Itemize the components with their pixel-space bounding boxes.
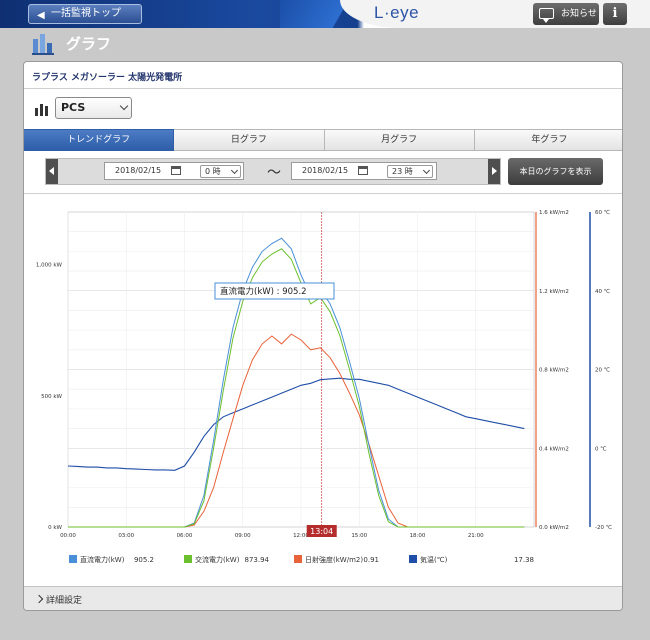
bar-chart-icon [35, 104, 48, 116]
graph-panel: ラプラス メガソーラー 太陽光発電所 PCS トレンドグラフ 日グラフ 月グラフ… [23, 61, 623, 611]
device-select-value: PCS [61, 101, 86, 114]
divider [24, 88, 622, 89]
legend-swatch [69, 555, 77, 563]
prev-period-button[interactable] [46, 159, 58, 184]
back-button-label: 一括監視トップ [51, 8, 121, 19]
to-date: 2018/02/15 [302, 166, 349, 175]
device-select[interactable]: PCS [55, 97, 132, 119]
legend-value: 0.91 [363, 556, 379, 564]
from-hour: 0 時 [205, 167, 221, 176]
details-label: 詳細設定 [46, 596, 83, 606]
tab-yearly[interactable]: 年グラフ [474, 129, 622, 151]
y-right2-tick-label: 20 ℃ [595, 367, 610, 374]
x-tick-label: 06:00 [177, 533, 193, 539]
calendar-icon[interactable] [171, 166, 181, 175]
tab-monthly[interactable]: 月グラフ [324, 129, 475, 151]
legend-label: 直流電力(kW) [80, 555, 125, 564]
chevron-right-icon [34, 594, 44, 604]
arrow-right-icon [492, 167, 497, 175]
y-left-tick-label: 500 kW [41, 394, 62, 400]
y-left-tick-label: 0 kW [48, 525, 62, 531]
cursor-label: 13:04 [310, 527, 333, 536]
details-toggle[interactable]: 詳細設定 [24, 586, 622, 610]
message-icon [539, 8, 554, 23]
y-left-tick-label: 1,000 kW [36, 263, 63, 269]
calendar-icon[interactable] [358, 166, 368, 175]
x-tick-label: 03:00 [118, 533, 134, 539]
y-right2-tick-label: -20 ℃ [595, 524, 612, 531]
page-title: グラフ [66, 35, 112, 53]
y-right2-tick-label: 40 ℃ [595, 288, 610, 295]
chevron-down-icon [230, 166, 239, 175]
y-right1-tick-label: 1.2 kW/m2 [539, 289, 569, 295]
legend-swatch [409, 555, 417, 563]
app-logo: L·eye [374, 3, 420, 22]
from-hour-select[interactable]: 0 時 [200, 165, 241, 178]
y-right1-tick-label: 0.8 kW/m2 [539, 368, 569, 374]
y-right1-tick-label: 0.0 kW/m2 [539, 525, 569, 531]
tooltip-text: 直流電力(kW) : 905.2 [220, 286, 307, 297]
to-date-field[interactable]: 2018/02/15 23 時 [291, 162, 437, 180]
notice-button[interactable]: お知らせ [533, 3, 599, 25]
notice-label: お知らせ [561, 9, 597, 19]
show-today-button[interactable]: 本日のグラフを表示 [508, 158, 603, 185]
back-to-monitor-button[interactable]: ◀ 一括監視トップ [28, 4, 142, 24]
legend-label: 気温(℃) [420, 555, 448, 564]
x-tick-label: 21:00 [468, 533, 484, 539]
tab-trend[interactable]: トレンドグラフ [24, 129, 175, 151]
legend-value: 873.94 [245, 556, 270, 564]
legend-label: 交流電力(kW) [195, 555, 240, 564]
back-arrow-icon: ◀ [37, 10, 45, 21]
chevron-down-icon [422, 166, 431, 175]
from-date: 2018/02/15 [115, 166, 162, 175]
from-date-field[interactable]: 2018/02/15 0 時 [104, 162, 244, 180]
plant-name: ラプラス メガソーラー 太陽光発電所 [32, 73, 183, 83]
range-separator: 〜 [267, 165, 281, 181]
info-button[interactable]: i [603, 3, 627, 25]
x-tick-label: 15:00 [351, 533, 367, 539]
x-tick-label: 18:00 [410, 533, 426, 539]
to-hour: 23 時 [392, 167, 413, 176]
tab-daily[interactable]: 日グラフ [174, 129, 325, 151]
to-hour-select[interactable]: 23 時 [387, 165, 433, 178]
y-right1-tick-label: 1.6 kW/m2 [539, 210, 569, 216]
arrow-left-icon [49, 167, 54, 175]
x-tick-label: 00:00 [60, 533, 76, 539]
trend-chart[interactable]: 00:00 03:00 06:00 09:00 12:00 15:00 18:00 21:00… [24, 197, 623, 582]
legend-value: 905.2 [134, 556, 154, 564]
chevron-down-icon [119, 101, 129, 111]
divider [24, 193, 622, 194]
y-right2-tick-label: 60 ℃ [595, 209, 610, 216]
legend-swatch [294, 555, 302, 563]
y-right2-tick-label: 0 ℃ [595, 445, 606, 452]
next-period-button[interactable] [488, 159, 500, 184]
graph-tabs: トレンドグラフ 日グラフ 月グラフ 年グラフ [24, 129, 622, 151]
legend-label: 日射強度(kW/m2) [305, 555, 363, 564]
legend-swatch [184, 555, 192, 563]
legend-value: 17.38 [514, 556, 534, 564]
date-range-bar: 2018/02/15 0 時 〜 2018/02/15 23 時 [45, 158, 501, 185]
y-right1-tick-label: 0.4 kW/m2 [539, 446, 569, 452]
x-tick-label: 09:00 [235, 533, 251, 539]
graph-page-icon [32, 34, 54, 55]
